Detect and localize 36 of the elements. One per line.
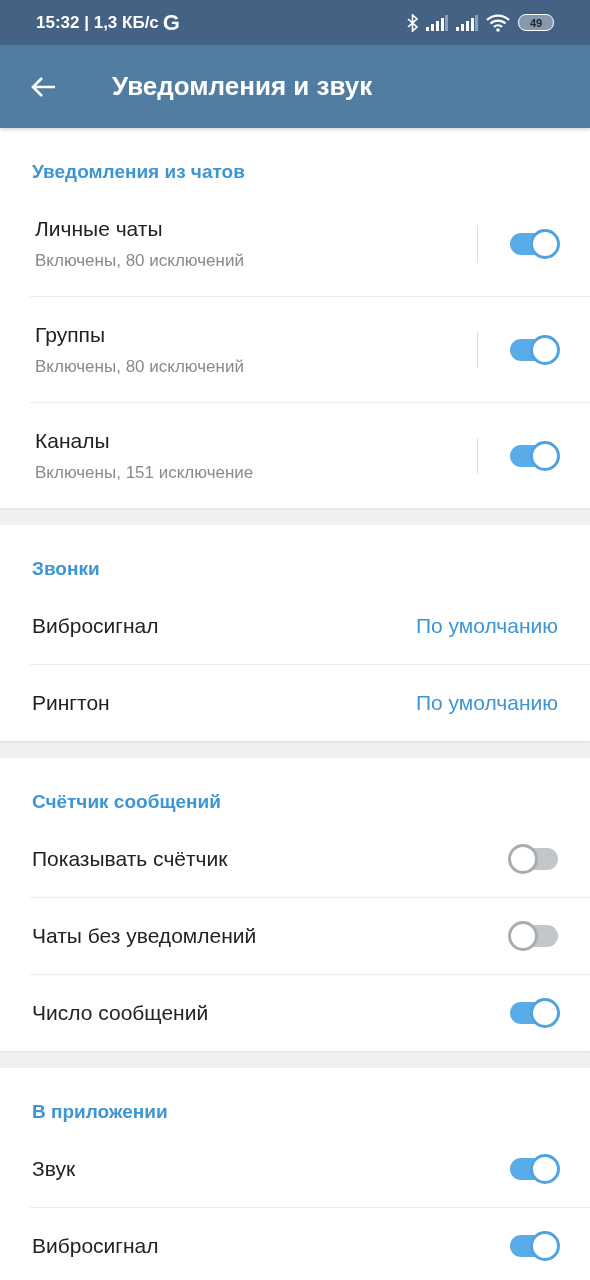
- signal-icon: [426, 14, 448, 31]
- setting-value[interactable]: По умолчанию: [415, 691, 558, 715]
- setting-title: Чаты без уведомлений: [32, 924, 258, 948]
- toggle-switch[interactable]: [508, 1231, 560, 1261]
- setting-title: Группы: [35, 322, 106, 347]
- bluetooth-icon: [407, 13, 418, 32]
- toggle-switch[interactable]: [508, 440, 560, 471]
- screen-title: Уведомления и звук: [112, 71, 373, 102]
- back-arrow-icon: [30, 75, 56, 98]
- toggle-switch[interactable]: [508, 921, 560, 951]
- setting-title: Рингтон: [32, 691, 111, 715]
- toggle-switch[interactable]: [508, 844, 560, 874]
- setting-subtitle: Включены, 151 исключение: [35, 462, 255, 483]
- time-and-speed: 15:32 | 1,3 КБ/с: [36, 12, 159, 33]
- setting-title: Звук: [32, 1157, 77, 1181]
- setting-title: Число сообщений: [32, 1001, 210, 1025]
- section-header: В приложении: [31, 1100, 169, 1124]
- setting-title: Показывать счётчик: [32, 847, 229, 871]
- toggle-switch[interactable]: [508, 1154, 560, 1184]
- setting-title: Вибросигнал: [32, 1234, 160, 1258]
- setting-subtitle: Включены, 80 исключений: [35, 250, 245, 271]
- signal-icon: [456, 14, 478, 31]
- section-header: Уведомления из чатов: [31, 160, 246, 184]
- network-type: G: [162, 9, 180, 36]
- setting-title: Вибросигнал: [32, 614, 160, 638]
- toggle-switch[interactable]: [508, 334, 560, 365]
- section-header: Счётчик сообщений: [31, 790, 222, 814]
- setting-title: Личные чаты: [35, 216, 164, 241]
- toggle-switch[interactable]: [508, 998, 560, 1028]
- setting-subtitle: Включены, 80 исключений: [35, 356, 245, 377]
- section-header: Звонки: [31, 557, 101, 581]
- setting-title: Каналы: [35, 428, 111, 453]
- battery-level: 49: [518, 14, 554, 31]
- setting-value[interactable]: По умолчанию: [415, 614, 558, 638]
- toggle-switch[interactable]: [508, 228, 560, 259]
- wifi-icon: [486, 13, 510, 32]
